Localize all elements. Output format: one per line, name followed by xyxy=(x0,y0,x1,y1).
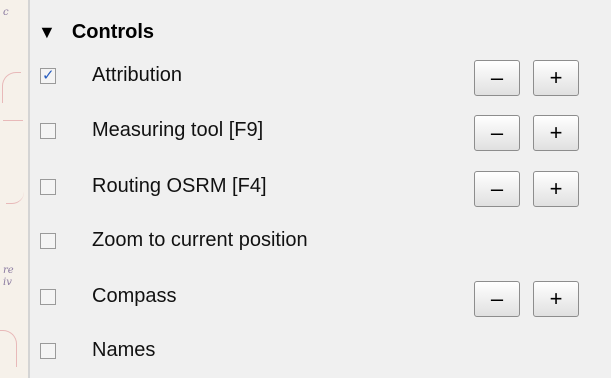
map-background[interactable]: c re iv xyxy=(0,0,28,378)
checkmark-icon: ✓ xyxy=(42,66,55,84)
attribution-decrease-button[interactable]: – xyxy=(474,60,520,96)
map-label-fragment: re xyxy=(3,265,14,276)
collapse-triangle-icon[interactable]: ▼ xyxy=(38,22,56,43)
map-label-fragment: c xyxy=(3,7,9,18)
control-row-compass: Compass – + xyxy=(30,278,611,322)
map-road-line xyxy=(6,175,24,204)
measuring-tool-decrease-button[interactable]: – xyxy=(474,115,520,151)
controls-title: Controls xyxy=(71,20,155,43)
control-row-zoom-to-position: Zoom to current position xyxy=(30,222,611,266)
attribution-increase-button[interactable]: + xyxy=(533,60,579,96)
routing-osrm-decrease-button[interactable]: – xyxy=(474,171,520,207)
names-checkbox[interactable] xyxy=(40,343,56,359)
compass-checkbox[interactable] xyxy=(40,289,56,305)
attribution-checkbox[interactable]: ✓ xyxy=(40,66,56,84)
controls-panel: ▼ Controls ✓ Attribution – + Measuring t… xyxy=(30,0,611,378)
routing-osrm-checkbox[interactable] xyxy=(40,179,56,195)
control-label: Zoom to current position xyxy=(92,229,308,251)
measuring-tool-increase-button[interactable]: + xyxy=(533,115,579,151)
compass-increase-button[interactable]: + xyxy=(533,281,579,317)
measuring-tool-checkbox[interactable] xyxy=(40,123,56,139)
routing-osrm-increase-button[interactable]: + xyxy=(533,171,579,207)
map-label-fragment: iv xyxy=(3,277,12,288)
control-label: Measuring tool [F9] xyxy=(92,119,264,141)
control-row-routing-osrm: Routing OSRM [F4] – + xyxy=(30,168,611,212)
controls-header[interactable]: ▼ Controls xyxy=(38,18,154,46)
compass-decrease-button[interactable]: – xyxy=(474,281,520,317)
control-label: Names xyxy=(92,339,156,361)
control-row-measuring-tool: Measuring tool [F9] – + xyxy=(30,112,611,156)
control-row-attribution: ✓ Attribution – + xyxy=(30,57,611,101)
map-road-line xyxy=(2,72,21,103)
map-road-line xyxy=(0,330,17,367)
map-road-line xyxy=(3,120,23,122)
control-label: Compass xyxy=(92,285,177,307)
control-row-names: Names xyxy=(30,332,611,376)
control-label: Attribution xyxy=(92,64,183,86)
control-label: Routing OSRM [F4] xyxy=(92,175,267,197)
zoom-to-position-checkbox[interactable] xyxy=(40,233,56,249)
